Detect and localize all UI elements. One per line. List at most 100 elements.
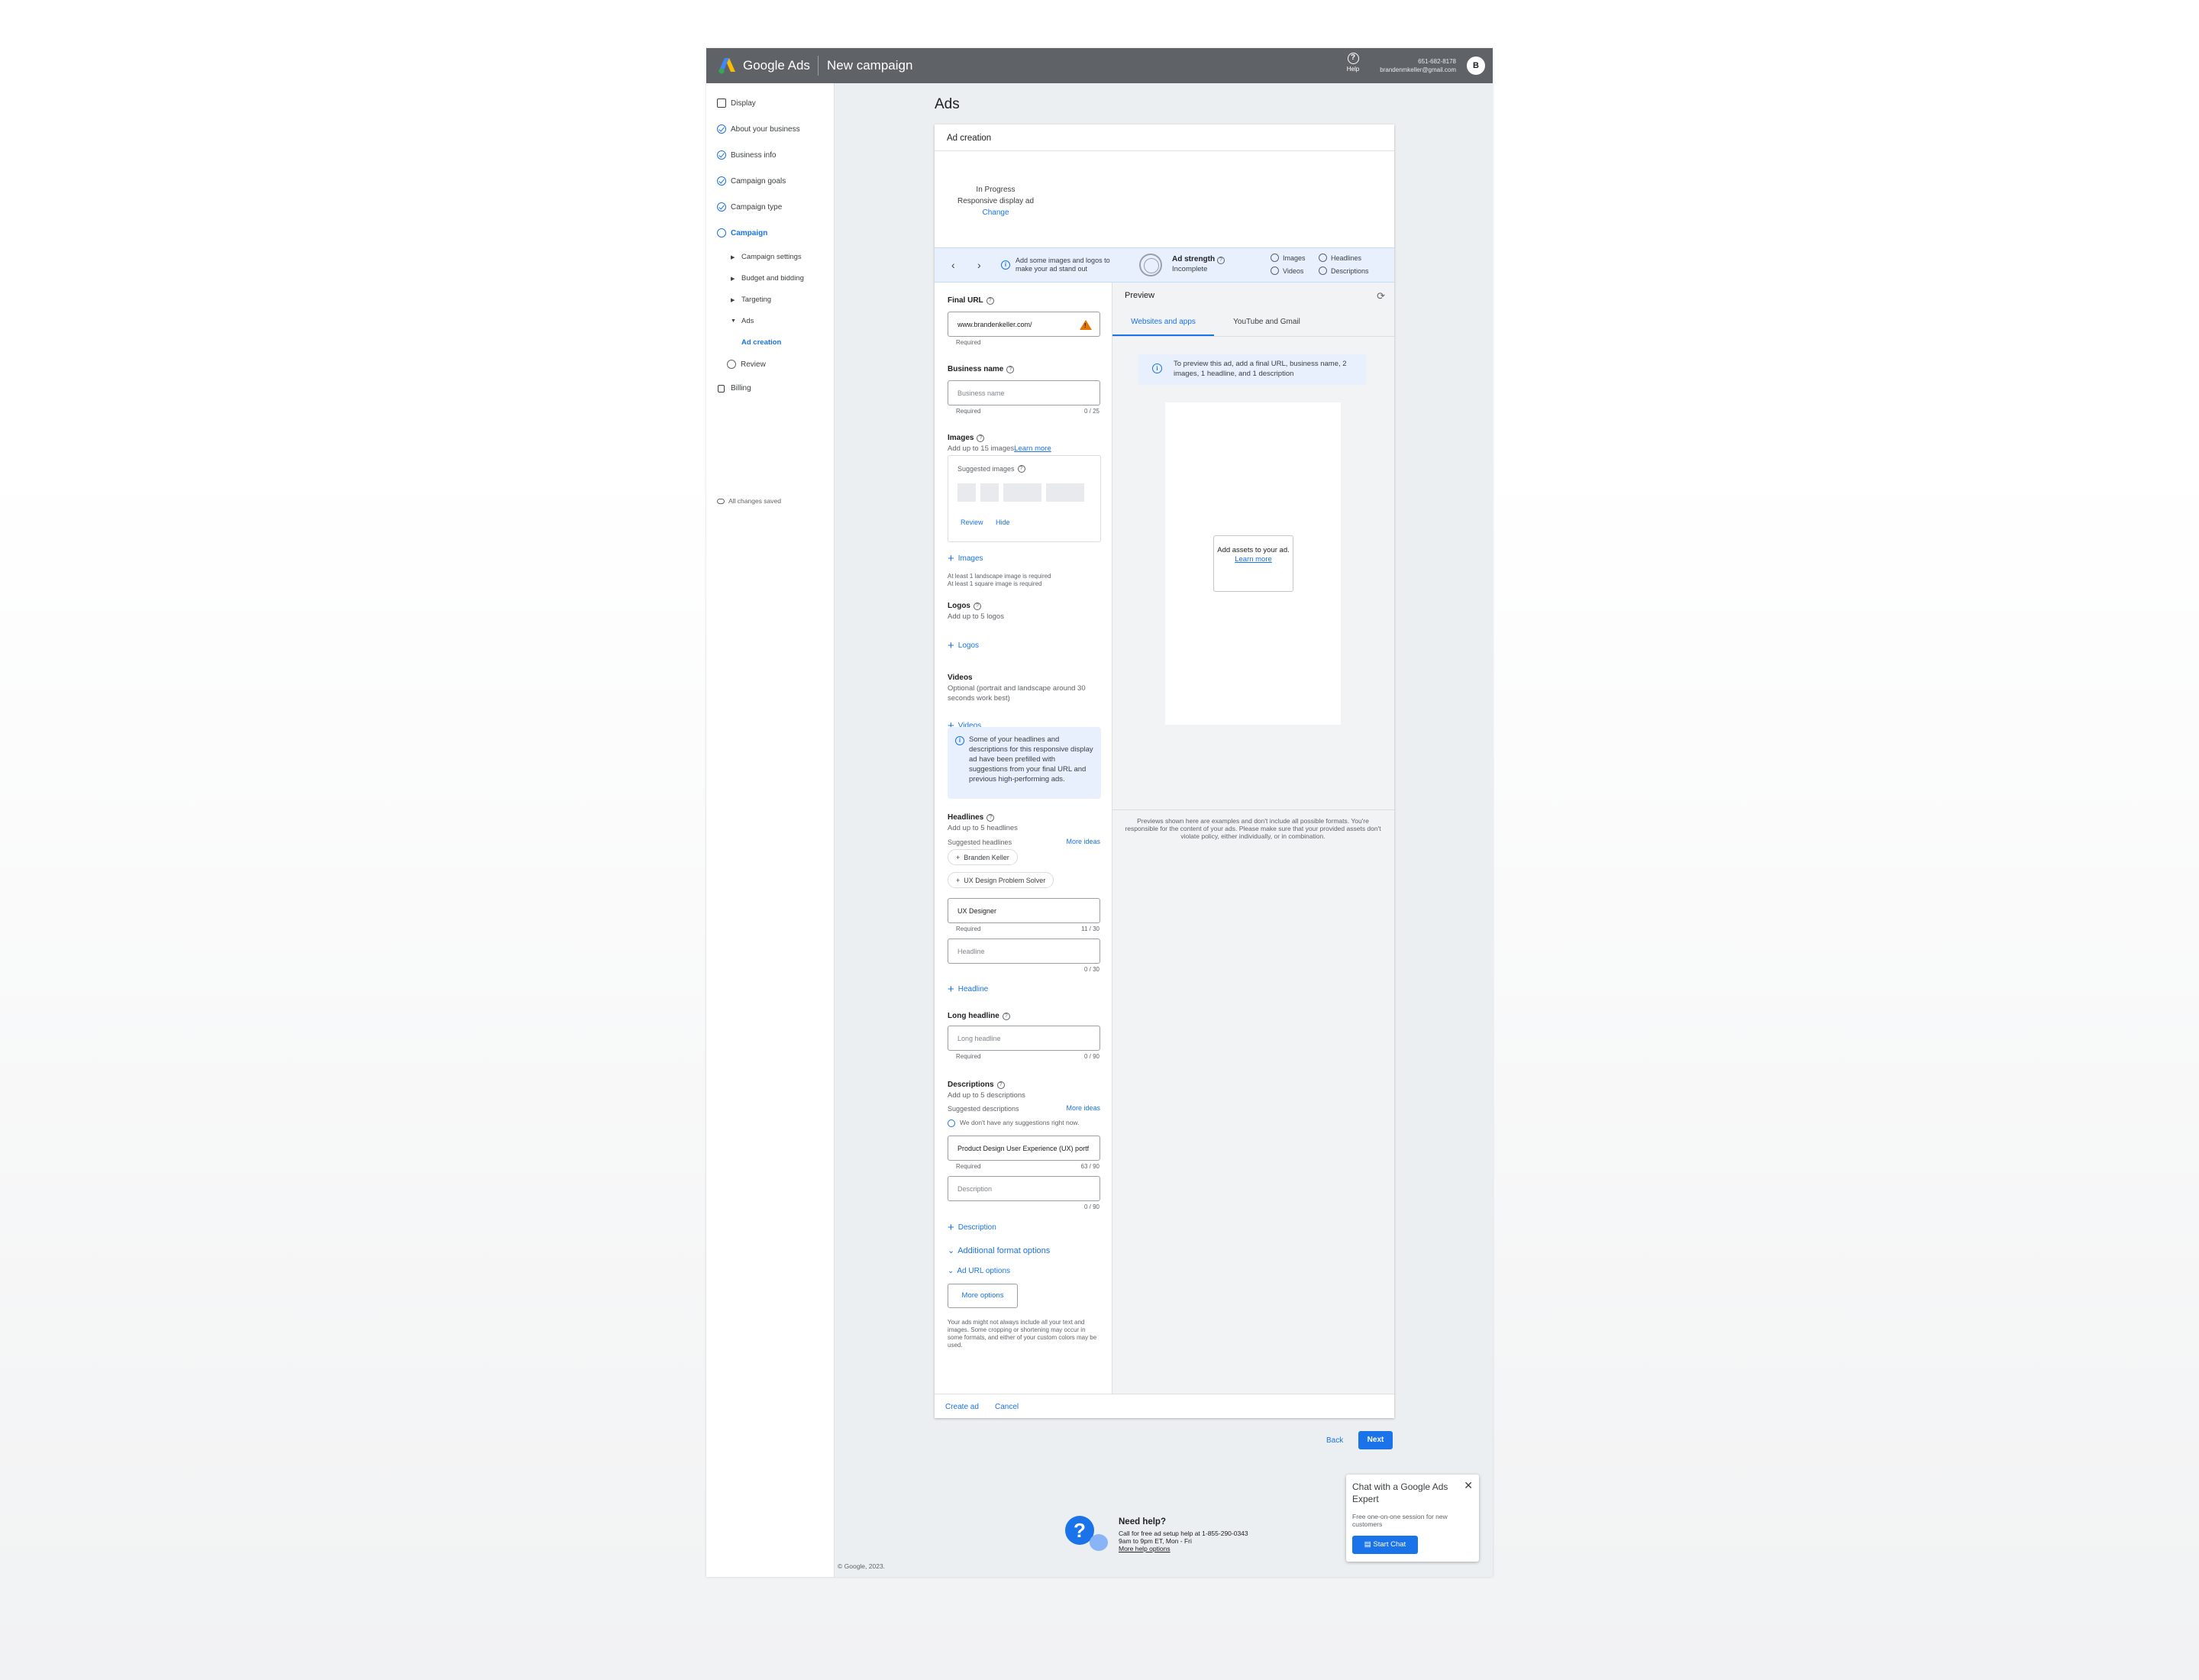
description-input-1[interactable]: Product Design User Experience (UX) port…	[948, 1136, 1100, 1161]
add-description-button[interactable]: + Description	[948, 1222, 996, 1233]
final-url-hint: Required	[956, 339, 981, 346]
hide-suggestions-link[interactable]: Hide	[996, 519, 1010, 526]
sidebar-item-review[interactable]: Review	[727, 360, 766, 369]
check-label: Images	[1283, 254, 1306, 262]
help-circle-icon[interactable]: ?	[986, 296, 994, 305]
help-button[interactable]: ? Help	[1342, 53, 1364, 73]
plus-icon: +	[956, 876, 961, 884]
calendar-icon	[717, 99, 726, 108]
long-headline-input[interactable]: Long headline	[948, 1026, 1100, 1051]
sidebar-item-display[interactable]: Display	[717, 99, 756, 108]
review-suggestions-link[interactable]: Review	[961, 519, 983, 526]
empty-circle-icon	[1271, 267, 1279, 275]
check-circle-icon	[717, 150, 726, 160]
suggested-image-thumb[interactable]	[1003, 483, 1041, 502]
business-name-input[interactable]: Business name	[948, 380, 1100, 405]
add-assets-placeholder: Add assets to your ad. Learn more	[1213, 535, 1293, 592]
help-circle-icon[interactable]: ?	[1002, 1012, 1010, 1020]
chevron-right-icon[interactable]: ›	[977, 259, 981, 271]
sidebar-item-label: Ad creation	[741, 338, 782, 347]
headlines-more-ideas-link[interactable]: More ideas	[1057, 838, 1100, 845]
suggested-images-text: Suggested images	[957, 465, 1015, 473]
help-circle-icon[interactable]: ?	[996, 1081, 1005, 1089]
brand-name: Google Ads	[743, 58, 810, 73]
add-logos-label: Logos	[957, 641, 980, 650]
sidebar-item-campaign-goals[interactable]: Campaign goals	[717, 176, 786, 186]
sidebar-item-label: Campaign	[731, 228, 768, 237]
headline-input-1[interactable]: UX Designer	[948, 898, 1100, 923]
account-info[interactable]: 651-682-8178 brandenmkeller@gmail.com	[1380, 57, 1456, 74]
change-ad-type-link[interactable]: Change	[935, 207, 1057, 218]
description-2-count: 0 / 90	[1083, 1203, 1100, 1210]
card-footer: Create ad Cancel	[935, 1394, 1394, 1418]
sidebar-item-campaign[interactable]: Campaign	[717, 228, 767, 237]
add-images-button[interactable]: + Images	[948, 553, 983, 564]
help-circle-icon[interactable]: ?	[977, 434, 985, 442]
images-requirement-2: At least 1 square image is required	[948, 580, 1042, 587]
long-headline-label: Long headline?	[948, 1012, 1010, 1020]
sidebar-item-business-info[interactable]: Business info	[717, 150, 776, 160]
additional-format-options-toggle[interactable]: ⌄ Additional format options	[948, 1245, 1050, 1256]
descriptions-more-ideas-link[interactable]: More ideas	[1057, 1104, 1100, 1112]
info-icon: i	[1001, 260, 1010, 270]
create-ad-button[interactable]: Create ad	[945, 1403, 979, 1411]
sidebar-sub-campaign-settings[interactable]: ▶ Campaign settings	[731, 253, 802, 261]
need-help-hours: 9am to 9pm ET, Mon - Fri	[1119, 1537, 1192, 1545]
suggested-image-thumb[interactable]	[1046, 483, 1084, 502]
headline-input-2[interactable]: Headline	[948, 939, 1100, 964]
sidebar-item-about-your-business[interactable]: About your business	[717, 124, 800, 134]
account-phone: 651-682-8178	[1418, 58, 1456, 65]
need-help-block: ? Need help? Call for free ad setup help…	[1065, 1516, 1271, 1562]
add-headline-button[interactable]: + Headline	[948, 984, 988, 995]
add-logos-button[interactable]: + Logos	[948, 640, 980, 651]
refresh-icon[interactable]: ⟳	[1377, 290, 1385, 302]
sidebar-item-label: Business info	[731, 150, 777, 160]
sidebar-item-billing[interactable]: Billing	[717, 384, 751, 393]
chip-label: UX Design Problem Solver	[964, 876, 1046, 884]
learn-more-link[interactable]: Learn more	[1014, 444, 1051, 453]
help-label: Help	[1346, 66, 1360, 73]
tab-youtube-and-gmail[interactable]: YouTube and Gmail	[1221, 309, 1313, 336]
back-button[interactable]: Back	[1326, 1436, 1343, 1445]
sidebar-sub-budget-and-bidding[interactable]: ▶ Budget and bidding	[731, 274, 804, 283]
page-title: Ads	[935, 96, 960, 112]
suggested-image-thumb[interactable]	[980, 483, 999, 502]
close-icon[interactable]: ✕	[1464, 1479, 1473, 1492]
caret-right-icon: ▶	[731, 276, 735, 282]
suggested-headline-chip[interactable]: + UX Design Problem Solver	[948, 872, 1054, 888]
account-email: brandenmkeller@gmail.com	[1380, 66, 1456, 73]
help-circle-icon[interactable]: ?	[986, 813, 995, 822]
suggested-image-thumb[interactable]	[957, 483, 976, 502]
tab-websites-and-apps[interactable]: Websites and apps	[1112, 309, 1214, 336]
chat-icon: ▤	[1364, 1540, 1374, 1549]
ad-url-options-toggle[interactable]: ⌄ Ad URL options	[948, 1267, 1010, 1275]
sidebar-sub-ads[interactable]: ▼ Ads	[731, 317, 754, 325]
start-chat-button[interactable]: ▤ Start Chat	[1352, 1536, 1418, 1554]
cloud-done-icon	[717, 498, 725, 504]
business-name-hint: Required	[956, 408, 981, 415]
images-label: Images?	[948, 434, 985, 442]
help-circle-icon[interactable]: ?	[974, 602, 981, 610]
final-url-input[interactable]: www.brandenkeller.com/!	[948, 312, 1100, 337]
preview-title: Preview	[1125, 291, 1155, 300]
description-input-2[interactable]: Description	[948, 1176, 1100, 1201]
preview-learn-more-link[interactable]: Learn more	[1214, 555, 1293, 564]
expander-label: Ad URL options	[957, 1267, 1011, 1275]
next-button[interactable]: Next	[1358, 1431, 1393, 1449]
help-circle-icon[interactable]: ?	[1006, 365, 1015, 373]
more-help-options-link[interactable]: More help options	[1119, 1545, 1171, 1552]
cancel-button[interactable]: Cancel	[995, 1403, 1019, 1411]
more-options-button[interactable]: More options	[948, 1284, 1018, 1308]
chevron-left-icon[interactable]: ‹	[951, 259, 955, 271]
help-circle-icon[interactable]: ?	[1017, 465, 1025, 473]
sidebar-item-campaign-type[interactable]: Campaign type	[717, 202, 782, 212]
avatar[interactable]: B	[1467, 57, 1485, 75]
suggested-headline-chip[interactable]: + Branden Keller	[948, 849, 1018, 865]
circle-icon	[717, 228, 726, 237]
sidebar-sub-ad-creation[interactable]: Ad creation	[741, 338, 781, 347]
ad-strength-label: Ad strength	[1172, 255, 1216, 263]
sidebar-sub-targeting[interactable]: ▶ Targeting	[731, 296, 771, 304]
headlines-sub: Add up to 5 headlines	[948, 824, 1018, 832]
videos-sub: Optional (portrait and landscape around …	[948, 684, 1086, 703]
help-circle-icon[interactable]: ?	[1216, 257, 1225, 264]
